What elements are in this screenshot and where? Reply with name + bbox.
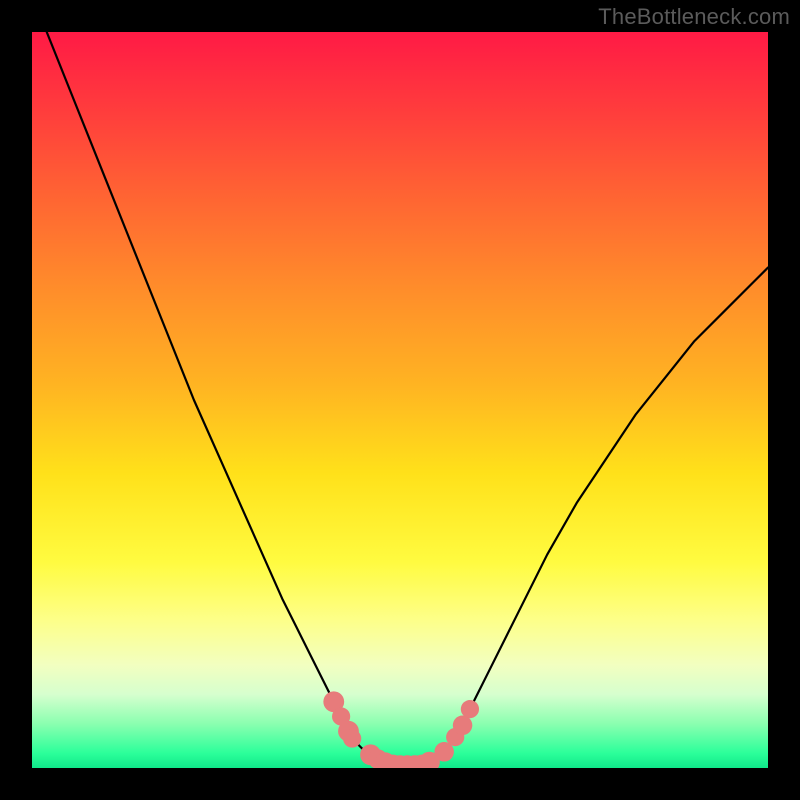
chart-frame: TheBottleneck.com [0, 0, 800, 800]
curve-layer [32, 32, 768, 768]
bottleneck-curve [47, 32, 768, 765]
data-marker [453, 716, 473, 736]
curve-group [47, 32, 768, 765]
marker-group [323, 691, 479, 768]
plot-area [32, 32, 768, 768]
data-marker [461, 700, 479, 718]
watermark-label: TheBottleneck.com [598, 4, 790, 30]
data-marker [343, 729, 361, 747]
